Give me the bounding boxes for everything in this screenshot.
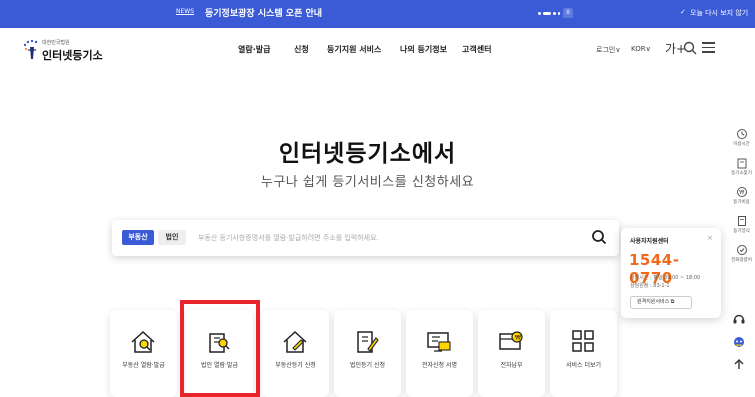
e-payment-icon: ₩: [499, 331, 523, 350]
card-label: 서비스 더보기: [565, 362, 602, 369]
house-edit-icon: [283, 330, 307, 353]
coin-icon: ₩: [736, 187, 747, 197]
card-label: 부동산등기 신청: [275, 362, 316, 369]
dismiss-today-button[interactable]: 오늘 다시 보지 않기: [690, 8, 748, 18]
search-icon[interactable]: [683, 41, 697, 55]
card-label: 전자납부: [500, 362, 523, 369]
site-logo[interactable]: 대한민국법원 인터넷등기소: [22, 39, 112, 63]
quick-label: 전화걸렸어: [731, 258, 752, 263]
callcenter-remote: 상담원정 : 83-1-1: [630, 283, 670, 289]
document-icon: [737, 216, 746, 226]
quick-forms[interactable]: 등기양식: [728, 215, 755, 234]
callcenter-title: 사용자지원센터: [630, 238, 669, 245]
quick-find-office[interactable]: 등기소찾기: [728, 157, 755, 176]
quick-hours[interactable]: 이용시간: [728, 128, 755, 147]
search-input[interactable]: [198, 229, 578, 246]
quick-label: 이용시간: [733, 142, 750, 147]
card-corporation-apply[interactable]: 법인등기 신청: [334, 310, 401, 397]
house-search-icon: [131, 330, 155, 353]
close-icon[interactable]: ×: [707, 234, 713, 242]
language-dropdown[interactable]: KOR∨: [631, 45, 651, 53]
check-circle-icon: [736, 245, 747, 255]
nav-my-info[interactable]: 나의 등기정보: [400, 44, 447, 55]
quick-label: 등기소찾기: [731, 171, 752, 176]
nav-customer-center[interactable]: 고객센터: [462, 44, 491, 55]
search-box: 부동산 법인: [112, 220, 619, 256]
chatbot-icon[interactable]: [732, 335, 746, 349]
quick-fees[interactable]: ₩ 등기비용: [728, 186, 755, 205]
e-sign-icon: [427, 332, 451, 352]
svg-text:₩: ₩: [739, 190, 744, 196]
card-label: 전자신청 서명: [421, 362, 458, 369]
scroll-top-icon[interactable]: [732, 357, 746, 371]
notice-bar: NEWS 등기정보광장 시스템 오픈 안내 II ✓ 오늘 다시 보지 않기: [0, 0, 755, 28]
quick-label: 등기비용: [733, 200, 750, 205]
card-e-payment[interactable]: ₩ 전자납부: [478, 310, 545, 397]
card-real-estate-view[interactable]: 부동산 열람·발급: [110, 310, 177, 397]
check-icon: ✓: [680, 8, 686, 16]
hero-subtitle: 누구나 쉽게 등기서비스를 신청하세요: [260, 175, 475, 190]
card-more-services[interactable]: 서비스 더보기: [550, 310, 617, 397]
card-label: 부동산 열람·발급: [122, 362, 165, 369]
clock-icon: [736, 129, 747, 139]
tab-real-estate[interactable]: 부동산: [122, 230, 154, 245]
pause-button[interactable]: II: [563, 8, 573, 18]
nav-support-service[interactable]: 등기지원 서비스: [327, 44, 381, 55]
logo-subtitle: 대한민국법원: [42, 40, 70, 46]
card-real-estate-apply[interactable]: 부동산등기 신청: [262, 310, 329, 397]
svg-text:₩: ₩: [515, 335, 521, 342]
nav-apply[interactable]: 신청: [294, 44, 309, 55]
nav-view-issue[interactable]: 열람·발급: [238, 44, 270, 55]
highlight-box: [180, 300, 260, 397]
remote-support-button[interactable]: 원격지원서비스 ⧉: [630, 296, 692, 309]
quick-call[interactable]: 전화걸렸어: [728, 244, 755, 263]
callcenter-popup: 사용자지원센터 × 1544-0770 상담시간 : 평일 09:00 ~ 18…: [621, 228, 721, 318]
card-e-sign[interactable]: 전자신청 서명: [406, 310, 473, 397]
login-dropdown[interactable]: 로그인∨: [596, 45, 620, 55]
search-submit-icon[interactable]: [591, 229, 607, 245]
notice-pager[interactable]: [538, 11, 560, 16]
callcenter-hours: 상담시간 : 평일 09:00 ~ 18:00: [630, 275, 701, 281]
hamburger-menu-icon[interactable]: [702, 42, 715, 53]
quick-label: 등기양식: [733, 229, 750, 234]
site-header: 대한민국법원 인터넷등기소 열람·발급 신청 등기지원 서비스 나의 등기정보 …: [0, 28, 755, 70]
logo-name: 인터넷등기소: [42, 49, 103, 62]
headset-icon[interactable]: [732, 312, 746, 326]
news-tag[interactable]: NEWS: [176, 8, 194, 15]
building-edit-icon: [357, 331, 379, 353]
grid-more-icon: [572, 330, 594, 352]
card-label: 법인등기 신청: [349, 362, 386, 369]
court-emblem-icon: [23, 39, 38, 59]
office-icon: [737, 158, 746, 169]
notice-message[interactable]: 등기정보광장 시스템 오픈 안내: [205, 6, 322, 19]
tab-corporation[interactable]: 법인: [158, 230, 186, 245]
hero-title: 인터넷등기소에서: [278, 141, 457, 167]
